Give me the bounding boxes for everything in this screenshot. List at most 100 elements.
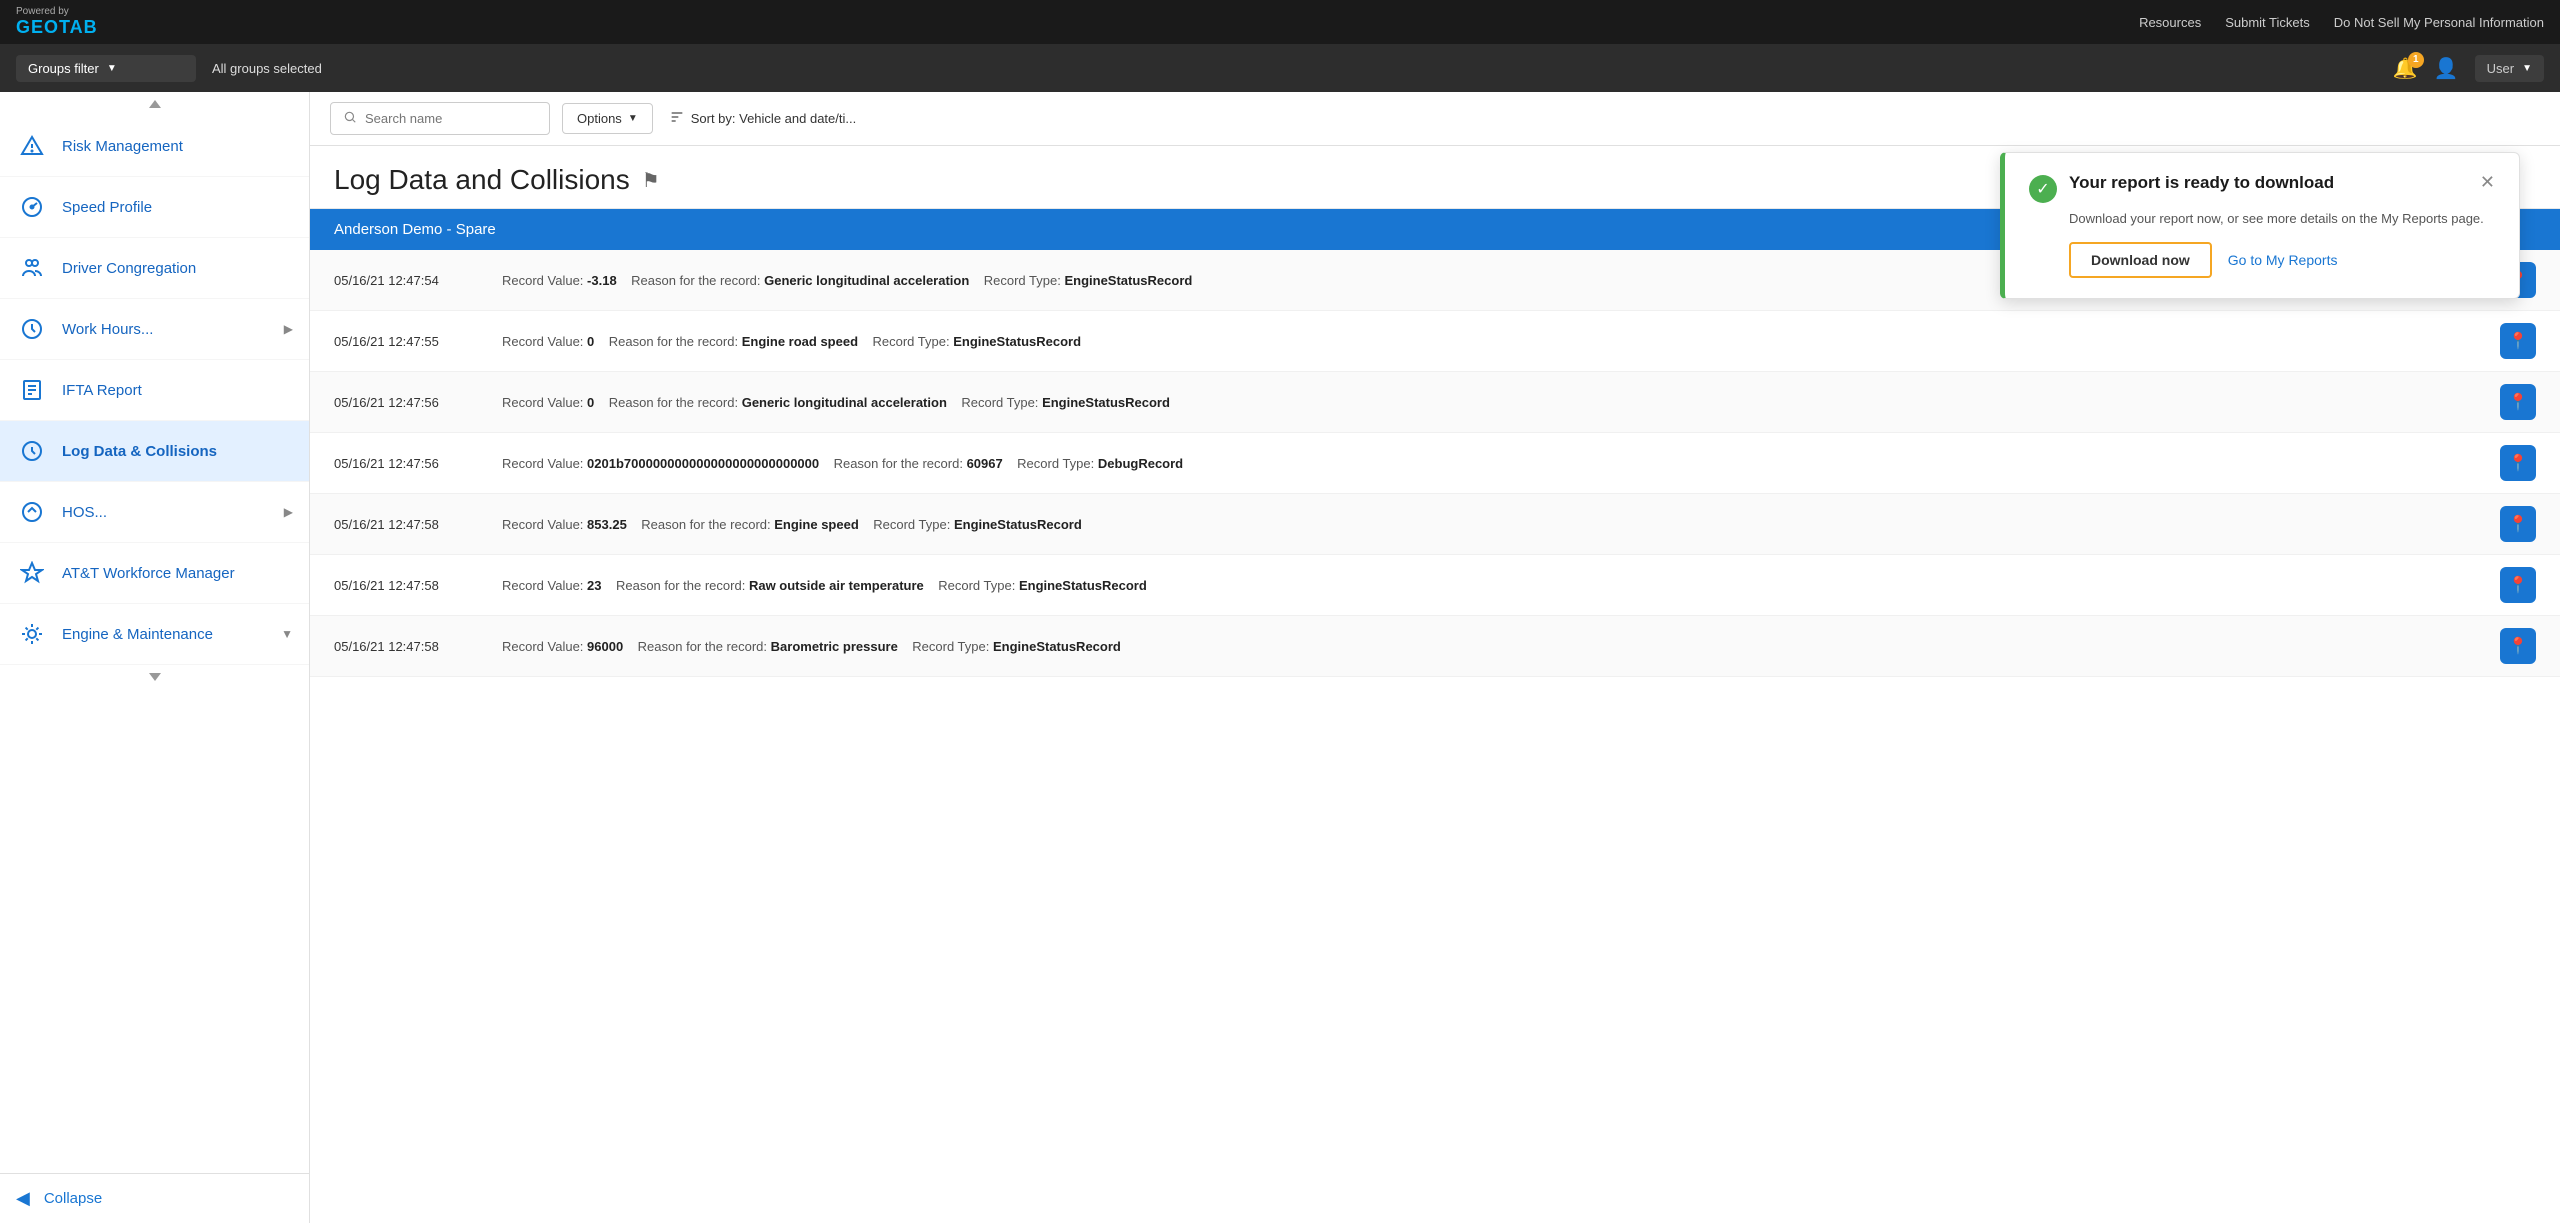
- sort-icon: [669, 109, 685, 128]
- map-pin-icon: 📍: [2508, 392, 2528, 412]
- sidebar-scroll-up[interactable]: [0, 92, 309, 116]
- record-value-label: Record Value:: [502, 395, 583, 410]
- hos-icon: [16, 496, 48, 528]
- record-value: 96000: [587, 639, 623, 654]
- options-button[interactable]: Options ▼: [562, 103, 653, 134]
- reason: Engine road speed: [742, 334, 858, 349]
- record-value-label: Record Value:: [502, 334, 583, 349]
- user-icon: 👤: [2434, 58, 2459, 80]
- map-pin-button-5[interactable]: 📍: [2500, 567, 2536, 603]
- reason: Generic longitudinal acceleration: [742, 395, 947, 410]
- check-icon: ✓: [2029, 175, 2057, 203]
- notification-close-button[interactable]: ✕: [2480, 173, 2495, 191]
- content-toolbar: Options ▼ Sort by: Vehicle and date/ti..…: [310, 92, 2560, 146]
- row-timestamp: 05/16/21 12:47:54: [334, 273, 494, 288]
- sidebar-item-risk-management[interactable]: Risk Management: [0, 116, 309, 177]
- reason-label: Reason for the record:: [609, 334, 738, 349]
- row-timestamp: 05/16/21 12:47:56: [334, 456, 494, 471]
- map-pin-button-1[interactable]: 📍: [2500, 323, 2536, 359]
- groups-filter-label: Groups filter: [28, 61, 99, 76]
- notification-badge: 1: [2408, 52, 2424, 68]
- ifta-report-label: IFTA Report: [62, 382, 293, 399]
- table-content: Anderson Demo - Spare 05/16/21 12:47:54 …: [310, 209, 2560, 1223]
- notification-popup: ✓ Your report is ready to download ✕ Dow…: [2000, 152, 2520, 299]
- top-bar: Powered by GEOTAB Resources Submit Ticke…: [0, 0, 2560, 44]
- type-label: Record Type:: [912, 639, 989, 654]
- reason: Raw outside air temperature: [749, 578, 924, 593]
- collapse-sidebar-item[interactable]: ◀ Collapse: [0, 1173, 309, 1223]
- groups-bar: Groups filter ▼ All groups selected 🔔 1 …: [0, 44, 2560, 92]
- sidebar-item-att-workforce[interactable]: AT&T Workforce Manager: [0, 543, 309, 604]
- map-pin-button-2[interactable]: 📍: [2500, 384, 2536, 420]
- search-input-container: [330, 102, 550, 135]
- row-details: Record Value: 853.25 Reason for the reco…: [502, 517, 2492, 532]
- chevron-down-icon: ▼: [107, 63, 117, 74]
- type-label: Record Type:: [1017, 456, 1094, 471]
- type: EngineStatusRecord: [1064, 273, 1192, 288]
- search-input[interactable]: [365, 111, 525, 126]
- row-details: Record Value: 23 Reason for the record: …: [502, 578, 2492, 593]
- content-area: Options ▼ Sort by: Vehicle and date/ti..…: [310, 92, 2560, 1223]
- logo: Powered by GEOTAB: [16, 6, 98, 38]
- sidebar-item-ifta-report[interactable]: IFTA Report: [0, 360, 309, 421]
- groups-filter-button[interactable]: Groups filter ▼: [16, 55, 196, 82]
- notification-title: Your report is ready to download: [2069, 173, 2468, 193]
- table-row: 05/16/21 12:47:55 Record Value: 0 Reason…: [310, 311, 2560, 372]
- reason: 60967: [967, 456, 1003, 471]
- resources-link[interactable]: Resources: [2139, 15, 2201, 30]
- sort-label: Sort by: Vehicle and date/ti...: [691, 111, 857, 126]
- engine-maintenance-label: Engine & Maintenance: [62, 626, 267, 643]
- user-name-button[interactable]: User ▼: [2475, 55, 2544, 82]
- row-details: Record Value: 0 Reason for the record: G…: [502, 395, 2492, 410]
- main-layout: Risk Management Speed Profile Driver Con…: [0, 92, 2560, 1223]
- do-not-sell-link[interactable]: Do Not Sell My Personal Information: [2334, 15, 2544, 30]
- table-row: 05/16/21 12:47:58 Record Value: 853.25 R…: [310, 494, 2560, 555]
- type: EngineStatusRecord: [993, 639, 1121, 654]
- sidebar-item-hos[interactable]: HOS... ▶: [0, 482, 309, 543]
- brand-name: GEOTAB: [16, 17, 98, 38]
- sidebar-item-speed-profile[interactable]: Speed Profile: [0, 177, 309, 238]
- user-chevron-icon: ▼: [2522, 63, 2532, 74]
- sidebar-item-engine-maintenance[interactable]: Engine & Maintenance ▼: [0, 604, 309, 665]
- download-now-button[interactable]: Download now: [2069, 242, 2212, 278]
- map-pin-button-4[interactable]: 📍: [2500, 506, 2536, 542]
- sort-button[interactable]: Sort by: Vehicle and date/ti...: [665, 102, 861, 135]
- search-icon: [343, 110, 357, 127]
- top-bar-left: Powered by GEOTAB: [16, 6, 98, 38]
- sidebar-item-work-hours[interactable]: Work Hours... ▶: [0, 299, 309, 360]
- sidebar: Risk Management Speed Profile Driver Con…: [0, 92, 310, 1223]
- type-label: Record Type:: [984, 273, 1061, 288]
- reason-label: Reason for the record:: [616, 578, 745, 593]
- workforce-icon: [16, 557, 48, 589]
- record-value: 23: [587, 578, 601, 593]
- user-icon-button[interactable]: 👤: [2434, 56, 2459, 81]
- reason-label: Reason for the record:: [609, 395, 738, 410]
- engine-arrow-icon: ▼: [281, 627, 293, 641]
- record-value-label: Record Value:: [502, 639, 583, 654]
- work-hours-arrow-icon: ▶: [284, 322, 293, 336]
- submit-tickets-link[interactable]: Submit Tickets: [2225, 15, 2310, 30]
- reason-label: Reason for the record:: [641, 517, 770, 532]
- sidebar-scroll-down[interactable]: [0, 665, 309, 689]
- map-pin-icon: 📍: [2508, 514, 2528, 534]
- reason: Generic longitudinal acceleration: [764, 273, 969, 288]
- sidebar-item-log-data[interactable]: Log Data & Collisions: [0, 421, 309, 482]
- map-pin-icon: 📍: [2508, 331, 2528, 351]
- table-row: 05/16/21 12:47:58 Record Value: 96000 Re…: [310, 616, 2560, 677]
- workhours-icon: [16, 313, 48, 345]
- driver-congregation-label: Driver Congregation: [62, 260, 293, 277]
- options-chevron-icon: ▼: [628, 113, 638, 124]
- map-pin-button-6[interactable]: 📍: [2500, 628, 2536, 664]
- notification-button[interactable]: 🔔 1: [2393, 56, 2418, 81]
- row-timestamp: 05/16/21 12:47:58: [334, 517, 494, 532]
- log-data-label: Log Data & Collisions: [62, 443, 293, 460]
- record-value-label: Record Value:: [502, 273, 583, 288]
- row-timestamp: 05/16/21 12:47:56: [334, 395, 494, 410]
- go-to-my-reports-link[interactable]: Go to My Reports: [2228, 252, 2338, 268]
- map-pin-icon: 📍: [2508, 636, 2528, 656]
- bookmark-icon[interactable]: ⚑: [642, 168, 660, 193]
- map-pin-button-3[interactable]: 📍: [2500, 445, 2536, 481]
- sidebar-item-driver-congregation[interactable]: Driver Congregation: [0, 238, 309, 299]
- speed-icon: [16, 191, 48, 223]
- record-value-label: Record Value:: [502, 517, 583, 532]
